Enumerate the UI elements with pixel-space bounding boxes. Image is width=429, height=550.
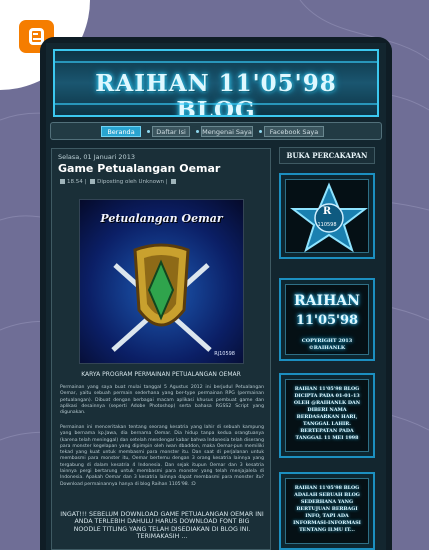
post-paragraph: Permainan ini menceritakan tentang seora…	[60, 425, 264, 487]
post-heading: KARYA PROGRAM PERMAINAN PETUALANGAN OEMA…	[81, 371, 241, 378]
post-title[interactable]: Game Petualangan Oemar	[58, 162, 220, 175]
nav-tab-index[interactable]: Daftar Isi	[152, 126, 190, 137]
sidebar-title[interactable]: BUKA PERCAKAPAN	[279, 147, 375, 164]
badge-widget[interactable]: R 110598	[279, 173, 375, 259]
post-card: Selasa, 01 Januari 2013 Game Petualangan…	[51, 148, 271, 550]
author-icon	[90, 179, 96, 184]
game-cover-image[interactable]: Petualangan Oemar Rj10598	[79, 199, 244, 364]
calendar-icon	[60, 179, 65, 184]
logo-widget[interactable]: RAIHAN 11'05'98 COPYRIGHT 2013 ©RAIHANLK	[279, 278, 375, 361]
logo-copyright: COPYRIGHT 2013	[301, 338, 353, 344]
nav-bar: Beranda Daftar Isi Mengenai Saya Faceboo…	[50, 122, 382, 140]
post-date: Selasa, 01 Januari 2013	[58, 153, 135, 161]
logo-name: RAIHAN	[294, 293, 360, 309]
shield-swords-icon	[111, 243, 212, 352]
nav-tab-facebook[interactable]: Facebook Saya	[264, 126, 324, 137]
description-widget[interactable]: RAIHAN 11'05'98 BLOG ADALAH SEBUAH BLOG …	[279, 472, 375, 550]
badge-letter: R	[322, 206, 332, 217]
star-badge-icon	[290, 182, 368, 253]
about-widget-text: RAIHAN 11'05'98 BLOG DICIPTA PADA 01-01-…	[293, 386, 361, 441]
nav-separator-dot	[259, 130, 262, 133]
about-widget[interactable]: RAIHAN 11'05'98 BLOG DICIPTA PADA 01-01-…	[279, 373, 375, 458]
game-image-credit: Rj10598	[214, 351, 235, 357]
nav-separator-dot	[147, 130, 150, 133]
email-icon[interactable]	[171, 179, 177, 184]
nav-tab-home[interactable]: Beranda	[101, 126, 141, 137]
description-widget-text: RAIHAN 11'05'98 BLOG ADALAH SEBUAH BLOG …	[293, 485, 361, 533]
logo-date: 11'05'98	[295, 313, 359, 328]
nav-tab-about[interactable]: Mengenai Saya	[201, 126, 253, 137]
download-notice: INGAT!!! SEBELUM DOWNLOAD GAME PETUALANG…	[60, 511, 264, 541]
badge-number: 110598	[317, 222, 337, 228]
logo-handle: ©RAIHANLK	[308, 345, 346, 351]
post-meta: 18.54 | Diposting oleh Unknown |	[58, 179, 178, 185]
post-paragraph: Permainan yang saya buat mulai tanggal 5…	[60, 385, 264, 416]
blog-header-banner[interactable]: RAIHAN 11'05'98 BLOG	[53, 49, 379, 117]
nav-separator-dot	[196, 130, 199, 133]
blog-page: RAIHAN 11'05'98 BLOG Beranda Daftar Isi …	[46, 43, 386, 550]
post-author[interactable]: Diposting oleh Unknown	[97, 179, 164, 185]
post-time[interactable]: 18.54	[67, 179, 83, 185]
device-frame: RAIHAN 11'05'98 BLOG Beranda Daftar Isi …	[40, 37, 392, 550]
blog-title: RAIHAN 11'05'98 BLOG	[95, 70, 337, 117]
